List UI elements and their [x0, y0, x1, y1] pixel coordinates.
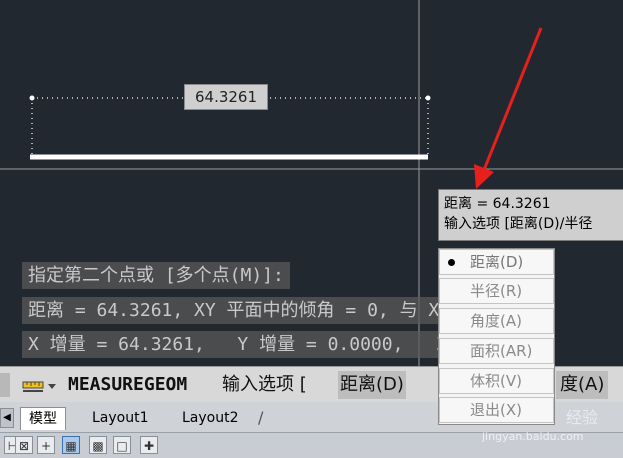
command-prompt: 输入选项 [: [222, 374, 307, 395]
tab-layout2-label: Layout2: [182, 410, 239, 426]
watermark: 经验 jingyan.baidu.com: [478, 400, 618, 450]
chevron-down-icon: [48, 384, 56, 389]
menu-item-area[interactable]: 面积(AR): [439, 338, 554, 364]
selected-bullet-icon: [448, 259, 455, 266]
tab-layout1[interactable]: Layout1: [84, 407, 157, 429]
menu-item-radius[interactable]: 半径(R): [439, 278, 554, 304]
menu-item-label: 角度(A): [470, 312, 522, 330]
tab-layout1-label: Layout1: [92, 410, 149, 426]
polar-tracking-icon[interactable]: ✚: [140, 436, 158, 454]
command-history-line-2: 距离 = 64.3261, XY 平面中的倾角 = 0, 与 XY: [22, 297, 457, 324]
dimension-value: 64.3261: [194, 88, 258, 106]
dimension-label: 64.3261: [184, 84, 268, 110]
endpoint-marker-left: [29, 95, 35, 101]
options-context-menu: 距离(D) 半径(R) 角度(A) 面积(AR) 体积(V) 退出(X): [438, 248, 555, 425]
tab-model[interactable]: 模型: [20, 407, 66, 430]
tooltip-line-distance: 距离 = 64.3261: [444, 196, 551, 212]
menu-item-label: 半径(R): [470, 282, 523, 300]
tab-layout2[interactable]: Layout2: [174, 407, 247, 429]
watermark-brand: 经验: [566, 408, 599, 427]
option-distance-label: 距离(D): [340, 374, 404, 395]
menu-item-label: 距离(D): [470, 253, 524, 271]
option-distance[interactable]: 距离(D): [338, 371, 406, 399]
wrench-icon[interactable]: [0, 373, 10, 397]
endpoint-marker-right: [425, 95, 431, 101]
grid-icon[interactable]: ▦: [62, 436, 80, 454]
tab-scroll-left-icon[interactable]: ◀: [0, 408, 14, 428]
object-snap-icon[interactable]: □: [113, 436, 131, 454]
annotation-arrow: [482, 27, 543, 171]
dynamic-input-icon[interactable]: ▩: [89, 436, 107, 454]
measure-tooltip: 距离 = 64.3261 输入选项 [距离(D)/半径: [438, 189, 623, 241]
ortho-icon[interactable]: +: [37, 436, 55, 454]
command-name: MEASUREGEOM: [68, 374, 188, 395]
tab-divider-icon: /: [258, 408, 264, 427]
watermark-site: jingyan.baidu.com: [482, 430, 584, 443]
tooltip-line-options: 输入选项 [距离(D)/半径: [444, 216, 593, 232]
menu-item-volume[interactable]: 体积(V): [439, 368, 554, 394]
command-history-line-1: 指定第二个点或 [多个点(M)]:: [22, 262, 290, 289]
option-angle[interactable]: 度(A): [556, 371, 609, 399]
tab-model-label: 模型: [29, 411, 57, 427]
infer-constraints-icon[interactable]: ⊠: [15, 436, 33, 454]
menu-item-distance[interactable]: 距离(D): [439, 249, 554, 275]
measure-tool-icon[interactable]: [22, 376, 60, 396]
menu-item-label: 体积(V): [470, 372, 522, 390]
option-angle-label: 度(A): [560, 374, 605, 395]
menu-item-angle[interactable]: 角度(A): [439, 308, 554, 334]
menu-item-label: 面积(AR): [470, 342, 533, 360]
